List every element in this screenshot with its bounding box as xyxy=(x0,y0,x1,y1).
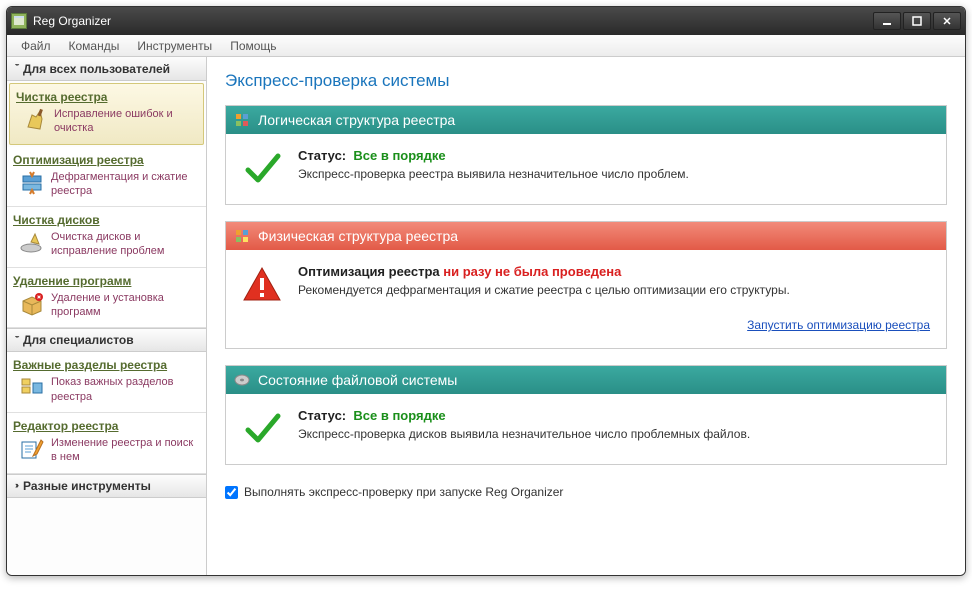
checkmark-icon xyxy=(242,148,282,188)
group-title[interactable]: Редактор реестра xyxy=(13,419,200,433)
sidebar-item-disk-clean[interactable]: Чистка дисков Очистка дисков и исправлен… xyxy=(7,207,206,268)
card-physical-structure: Физическая структура реестра Оптимизация… xyxy=(225,221,947,349)
menubar: Файл Команды Инструменты Помощь xyxy=(7,35,965,57)
sidebar: ˇˇ Для всех пользователей Чистка реестра… xyxy=(7,57,207,575)
sidebar-section-label: Разные инструменты xyxy=(23,479,151,493)
group-desc[interactable]: Показ важных разделов реестра xyxy=(51,375,200,404)
chevron-right-icon: ›› xyxy=(15,481,17,490)
status-label: Статус: xyxy=(298,408,346,423)
group-title[interactable]: Чистка реестра xyxy=(16,90,197,104)
puzzle-icon xyxy=(234,112,250,128)
status-value: Все в порядке xyxy=(353,408,445,423)
group-desc[interactable]: Дефрагментация и сжатие реестра xyxy=(51,170,200,199)
sidebar-item-uninstall[interactable]: Удаление программ Удаление и установка п… xyxy=(7,268,206,329)
group-title[interactable]: Важные разделы реестра xyxy=(13,358,200,372)
status-desc: Экспресс-проверка дисков выявила незначи… xyxy=(298,427,930,441)
group-desc[interactable]: Исправление ошибок и очистка xyxy=(54,107,197,136)
group-title[interactable]: Чистка дисков xyxy=(13,213,200,227)
registry-keys-icon xyxy=(19,375,45,401)
menu-commands[interactable]: Команды xyxy=(61,37,128,55)
group-desc[interactable]: Очистка дисков и исправление проблем xyxy=(51,230,200,259)
minimize-button[interactable] xyxy=(873,12,901,30)
main-panel: Экспресс-проверка системы Логическая стр… xyxy=(207,57,965,575)
status-label: Оптимизация реестра xyxy=(298,264,440,279)
card-header: Физическая структура реестра xyxy=(226,222,946,250)
broom-icon xyxy=(22,107,48,133)
footer-option: Выполнять экспресс-проверку при запуске … xyxy=(225,485,947,499)
group-desc[interactable]: Удаление и установка программ xyxy=(51,291,200,320)
app-window: Reg Organizer Файл Команды Инструменты П… xyxy=(6,6,966,576)
compress-icon xyxy=(19,170,45,196)
menu-file[interactable]: Файл xyxy=(13,37,59,55)
box-icon xyxy=(19,291,45,317)
page-title: Экспресс-проверка системы xyxy=(225,71,947,91)
status-desc: Рекомендуется дефрагментация и сжатие ре… xyxy=(298,283,930,297)
disk-icon xyxy=(234,372,250,388)
group-title[interactable]: Оптимизация реестра xyxy=(13,153,200,167)
sidebar-section-label: Для специалистов xyxy=(23,333,134,347)
close-button[interactable] xyxy=(933,12,961,30)
sidebar-item-important-keys[interactable]: Важные разделы реестра Показ важных разд… xyxy=(7,352,206,413)
app-icon xyxy=(11,13,27,29)
sidebar-item-registry-clean[interactable]: Чистка реестра Исправление ошибок и очис… xyxy=(9,83,204,145)
card-header: Логическая структура реестра xyxy=(226,106,946,134)
warning-icon xyxy=(242,264,282,304)
sidebar-section-pros[interactable]: ˇˇ Для специалистов xyxy=(7,328,206,352)
status-value: Все в порядке xyxy=(353,148,445,163)
card-filesystem: Состояние файловой системы Статус: Все в… xyxy=(225,365,947,465)
run-optimization-link[interactable]: Запустить оптимизацию реестра xyxy=(747,318,930,332)
card-title: Физическая структура реестра xyxy=(258,228,458,244)
sidebar-item-registry-optimize[interactable]: Оптимизация реестра Дефрагментация и сжа… xyxy=(7,147,206,208)
card-title: Логическая структура реестра xyxy=(258,112,455,128)
express-check-checkbox[interactable] xyxy=(225,486,238,499)
chevron-down-icon: ˇˇ xyxy=(15,336,17,345)
status-desc: Экспресс-проверка реестра выявила незнач… xyxy=(298,167,930,181)
disk-broom-icon xyxy=(19,230,45,256)
status-value: ни разу не была проведена xyxy=(443,264,621,279)
footer-option-label: Выполнять экспресс-проверку при запуске … xyxy=(244,485,563,499)
menu-help[interactable]: Помощь xyxy=(222,37,284,55)
chevron-down-icon: ˇˇ xyxy=(15,64,17,73)
sidebar-section-tools[interactable]: ›› Разные инструменты xyxy=(7,474,206,498)
content-area: ˇˇ Для всех пользователей Чистка реестра… xyxy=(7,57,965,575)
card-header: Состояние файловой системы xyxy=(226,366,946,394)
titlebar[interactable]: Reg Organizer xyxy=(7,7,965,35)
window-controls xyxy=(873,12,961,30)
card-logical-structure: Логическая структура реестра Статус: Все… xyxy=(225,105,947,205)
sidebar-section-users[interactable]: ˇˇ Для всех пользователей xyxy=(7,57,206,81)
status-label: Статус: xyxy=(298,148,346,163)
group-desc[interactable]: Изменение реестра и поиск в нем xyxy=(51,436,200,465)
group-title[interactable]: Удаление программ xyxy=(13,274,200,288)
card-title: Состояние файловой системы xyxy=(258,372,457,388)
maximize-button[interactable] xyxy=(903,12,931,30)
edit-icon xyxy=(19,436,45,462)
puzzle-icon xyxy=(234,228,250,244)
menu-tools[interactable]: Инструменты xyxy=(129,37,220,55)
checkmark-icon xyxy=(242,408,282,448)
sidebar-section-label: Для всех пользователей xyxy=(23,62,170,76)
window-title: Reg Organizer xyxy=(33,14,873,28)
sidebar-item-registry-editor[interactable]: Редактор реестра Изменение реестра и пои… xyxy=(7,413,206,474)
